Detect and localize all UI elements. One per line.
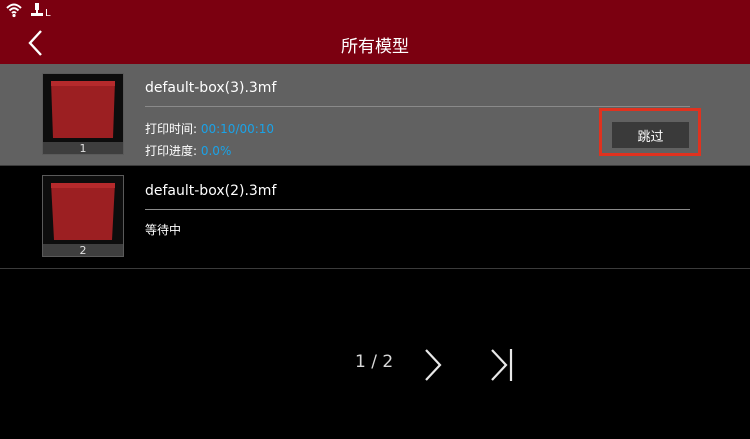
model-box-image: [51, 81, 115, 138]
print-progress-value: 0.0%: [200, 144, 232, 158]
model-filename: default-box(3).3mf: [145, 80, 277, 96]
print-progress: 打印进度: 0.0%: [145, 142, 231, 159]
page-title: 所有模型: [341, 37, 409, 57]
row-separator: [145, 209, 690, 210]
thumbnail-index: 2: [79, 244, 87, 257]
next-page-button[interactable]: [420, 347, 446, 383]
usb-icon: L: [31, 3, 51, 18]
header-bar: 所有模型: [0, 22, 750, 64]
usb-label: L: [45, 8, 51, 18]
status-bar: L: [0, 0, 750, 22]
model-filename: default-box(2).3mf: [145, 183, 277, 199]
thumbnail-index: 1: [79, 142, 87, 155]
model-status: 等待中: [145, 223, 182, 237]
wifi-icon: [6, 3, 22, 18]
page-indicator: 1 / 2: [355, 352, 394, 372]
model-thumbnail: 2: [42, 175, 124, 257]
row-separator: [145, 106, 690, 107]
row-divider: [0, 268, 750, 269]
print-time-value: 00:10/00:10: [200, 122, 275, 136]
print-time-label: 打印时间:: [145, 122, 201, 136]
print-progress-label: 打印进度:: [145, 144, 201, 158]
skip-button[interactable]: 跳过: [612, 122, 689, 148]
print-time: 打印时间: 00:10/00:10: [145, 120, 274, 137]
model-thumbnail: 1: [42, 73, 124, 155]
model-box-image: [51, 183, 115, 240]
last-page-button[interactable]: [486, 347, 516, 383]
model-row-2[interactable]: 2 default-box(2).3mf 等待中: [0, 166, 750, 269]
